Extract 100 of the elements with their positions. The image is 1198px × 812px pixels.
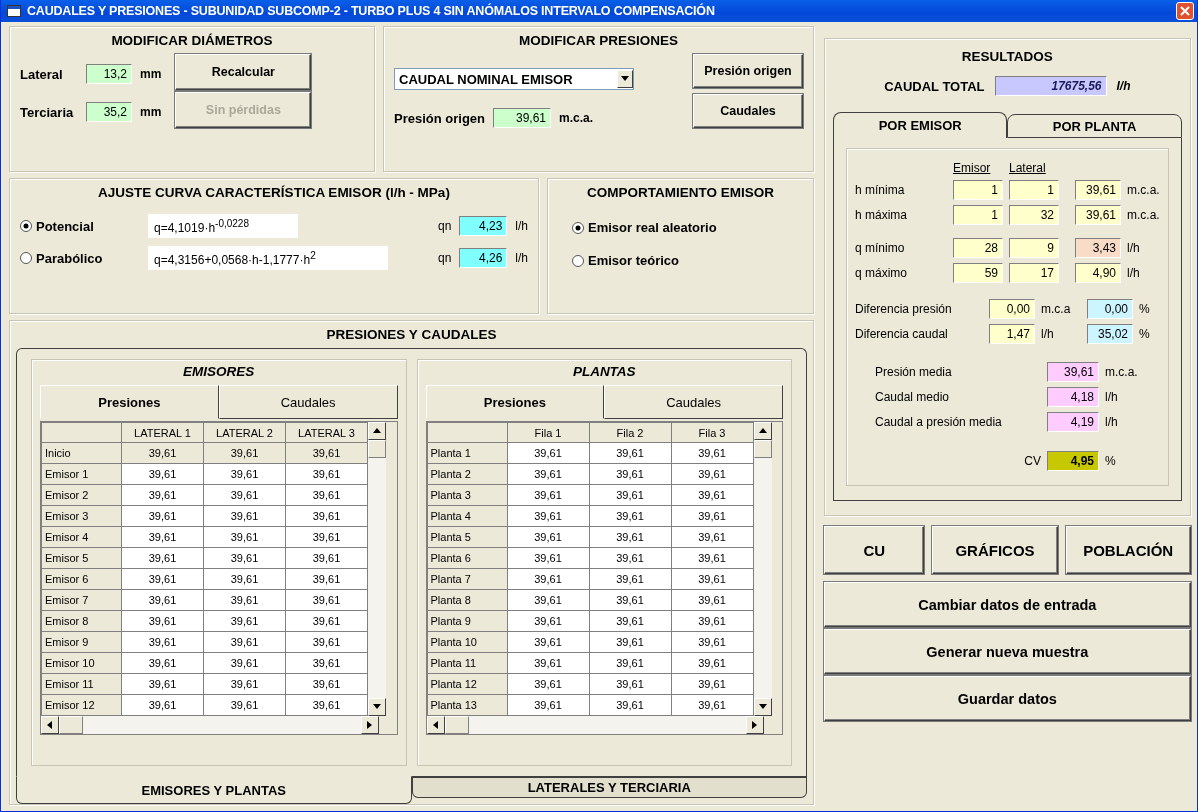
right-triangle-icon	[751, 721, 759, 729]
tab[interactable]: EMISORES Y PLANTAS	[16, 776, 412, 804]
value-field[interactable]: 32	[1009, 205, 1059, 225]
mode-dropdown[interactable]: CAUDAL NOMINAL EMISOR	[394, 68, 634, 90]
row-header: Emisor 5	[41, 547, 122, 569]
unit-label: l/h	[1116, 79, 1131, 93]
value-field[interactable]: 4,18	[1047, 387, 1099, 407]
unit-label: m.c.a.	[1127, 208, 1160, 222]
action-button[interactable]: Generar nueva muestra	[824, 629, 1191, 674]
value-field[interactable]: 39,61	[1075, 180, 1121, 200]
field-label: Presión origen	[394, 110, 486, 126]
value-field[interactable]: 1	[1009, 180, 1059, 200]
scroll-thumb[interactable]	[444, 716, 469, 734]
value-field[interactable]: 4,95	[1047, 451, 1099, 471]
radio-button[interactable]	[572, 221, 584, 234]
action-button[interactable]: POBLACIÓN	[1065, 526, 1191, 574]
unit-label: m.c.a.	[1127, 183, 1160, 197]
tab[interactable]: Caudales	[218, 385, 398, 419]
field-label: qn	[437, 251, 452, 265]
row-header: Emisor 1	[41, 463, 122, 485]
value-field[interactable]: 4,19	[1047, 412, 1099, 432]
row-header: Planta 13	[427, 694, 507, 716]
field-label: h mínima	[855, 183, 906, 197]
value-field[interactable]: 1	[953, 180, 1003, 200]
left-triangle-icon	[46, 721, 54, 729]
dropdown-button[interactable]	[617, 70, 633, 88]
group-title: EMISORES	[183, 364, 255, 379]
value-field[interactable]: 0,00	[989, 299, 1035, 319]
value-field[interactable]: 59	[953, 263, 1003, 283]
value-field[interactable]: 28	[953, 238, 1003, 258]
scroll-up-button[interactable]	[368, 422, 386, 440]
total-field[interactable]: 17675,56	[994, 76, 1107, 96]
row-header: Emisor 2	[41, 484, 122, 506]
close-icon	[1180, 6, 1190, 16]
action-button[interactable]: CU	[824, 526, 925, 574]
action-button[interactable]: Guardar datos	[824, 676, 1191, 721]
row-header: Planta 10	[427, 631, 507, 653]
value-field[interactable]: 3,43	[1075, 238, 1121, 258]
field-label: qn	[437, 219, 452, 233]
radio-button[interactable]	[572, 254, 584, 267]
radio-button[interactable]	[20, 220, 32, 232]
panel-title: PRESIONES Y CAUDALES	[326, 327, 497, 342]
down-triangle-icon	[621, 75, 629, 83]
action-button[interactable]: Recalcular	[175, 54, 312, 90]
value-field[interactable]: 17	[1009, 263, 1059, 283]
column-header: LATERAL 3	[285, 422, 368, 443]
scroll-thumb[interactable]	[59, 716, 83, 734]
value-field[interactable]: 39,61	[1075, 205, 1121, 225]
field-label: Terciaria	[20, 104, 75, 120]
field-label: Caudal a presión media	[875, 415, 1003, 429]
horizontal-scrollbar[interactable]	[426, 716, 764, 734]
scroll-thumb[interactable]	[368, 440, 386, 458]
action-button[interactable]: Cambiar datos de entrada	[824, 582, 1191, 627]
unit-label: mm	[140, 67, 162, 81]
scroll-left-button[interactable]	[41, 716, 59, 734]
scroll-right-button[interactable]	[746, 716, 764, 734]
field-label: Diferencia caudal	[855, 327, 949, 341]
value-field[interactable]: 9	[1009, 238, 1059, 258]
row-header: Planta 8	[427, 589, 507, 611]
diameter-field[interactable]: 13,2	[86, 64, 132, 84]
row-header: Emisor 4	[41, 526, 122, 548]
scroll-down-button[interactable]	[368, 698, 386, 716]
pressure-field[interactable]: 39,61	[493, 108, 552, 128]
qn-field[interactable]: 4,23	[459, 216, 508, 236]
tab[interactable]: POR EMISOR	[833, 112, 1008, 138]
action-button[interactable]: Caudales	[693, 94, 803, 128]
radio-button[interactable]	[20, 252, 32, 264]
action-button[interactable]: GRÁFICOS	[932, 526, 1058, 574]
vertical-scrollbar[interactable]	[368, 422, 386, 716]
down-triangle-icon	[758, 703, 767, 711]
panel-title: RESULTADOS	[961, 49, 1053, 64]
tab[interactable]: LATERALES Y TERCIARIA	[411, 776, 807, 798]
close-button[interactable]	[1176, 2, 1194, 20]
window-title: CAUDALES Y PRESIONES - SUBUNIDAD SUBCOMP-2 - TURBO PLUS 4 SIN ANÓMALOS INTERVALO COMPENSACIÓN	[27, 4, 716, 18]
horizontal-scrollbar[interactable]	[41, 716, 379, 734]
value-field[interactable]: 1,47	[989, 324, 1035, 344]
tab[interactable]: POR PLANTA	[1007, 114, 1182, 138]
value-field[interactable]: 0,00	[1087, 299, 1133, 319]
field-label: h máxima	[855, 208, 908, 222]
value-field[interactable]: 4,90	[1075, 263, 1121, 283]
unit-label: l/h	[1105, 390, 1118, 404]
value-field[interactable]: 39,61	[1047, 362, 1099, 382]
column-header: Emisor	[953, 161, 992, 175]
value-field[interactable]: 35,02	[1087, 324, 1133, 344]
row-header: Planta 7	[427, 568, 507, 590]
row-header: Planta 12	[427, 673, 507, 695]
scroll-left-button[interactable]	[426, 716, 445, 734]
diameter-field[interactable]: 35,2	[86, 102, 132, 122]
action-button[interactable]: Presión origen	[693, 54, 803, 88]
tab[interactable]: Presiones	[425, 385, 605, 419]
qn-field[interactable]: 4,26	[459, 248, 508, 268]
unit-label: m.c.a.	[1105, 365, 1138, 379]
row-header: Emisor 10	[41, 652, 122, 674]
tab[interactable]: Presiones	[40, 385, 219, 419]
column-header: Lateral	[1009, 161, 1047, 175]
scroll-right-button[interactable]	[360, 716, 379, 734]
tab[interactable]: Caudales	[604, 385, 783, 419]
row-header: Planta 6	[427, 547, 507, 569]
value-field[interactable]: 1	[953, 205, 1003, 225]
row-header: Planta 11	[427, 652, 507, 674]
